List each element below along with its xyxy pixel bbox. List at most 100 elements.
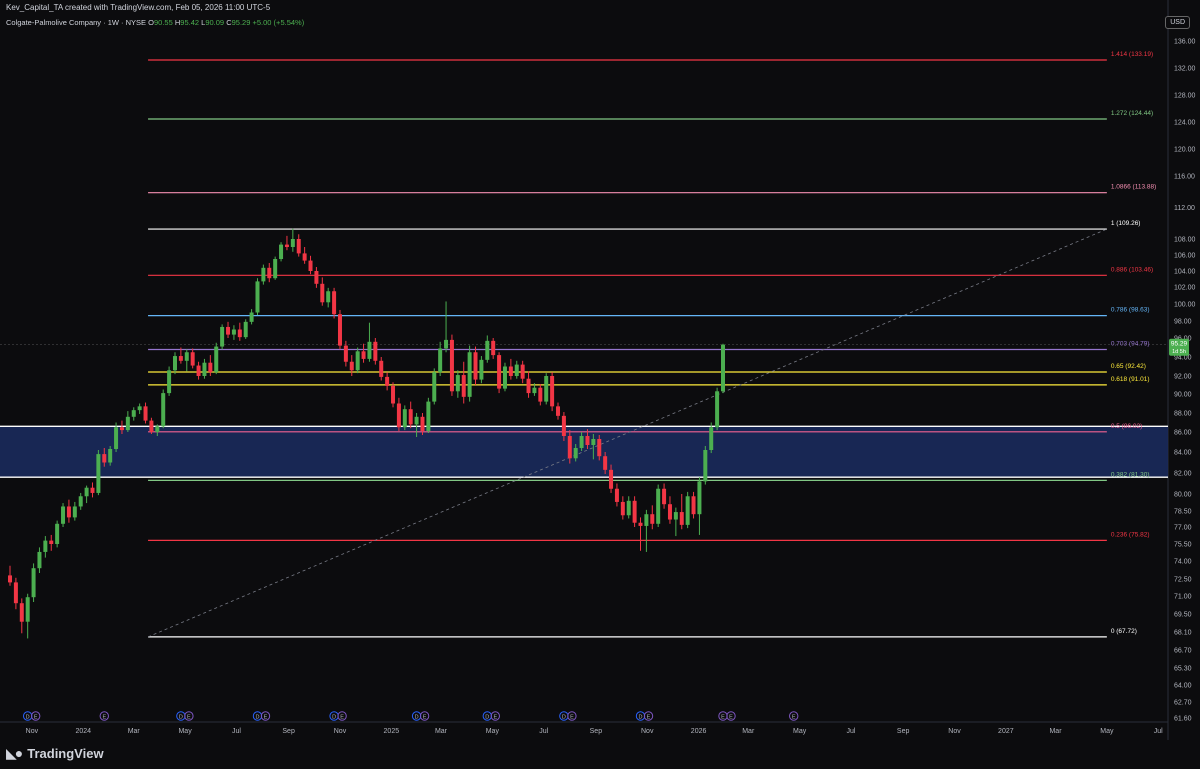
candle-body bbox=[667, 504, 672, 520]
fib-level-label: 0.65 (92.42) bbox=[1111, 363, 1146, 370]
candle-body bbox=[673, 512, 678, 520]
candle-body bbox=[337, 314, 342, 346]
candle-body bbox=[125, 416, 130, 431]
candle-body bbox=[355, 351, 360, 371]
fib-level-label: 1.0866 (113.88) bbox=[1111, 184, 1156, 191]
candle-body bbox=[567, 436, 572, 459]
price-tick-label: 74.00 bbox=[1174, 559, 1192, 566]
event-marker-label: E bbox=[187, 714, 191, 720]
fib-level-label: 0.382 (81.30) bbox=[1111, 471, 1150, 478]
event-marker-label: E bbox=[264, 714, 268, 720]
price-tick-label: 71.00 bbox=[1174, 594, 1192, 601]
candle-body bbox=[149, 420, 154, 432]
price-tick-label: 124.00 bbox=[1174, 120, 1196, 127]
candle-body bbox=[449, 339, 454, 392]
candle-body bbox=[61, 506, 66, 524]
candle-body bbox=[202, 362, 207, 376]
candle-body bbox=[485, 340, 490, 360]
event-marker-label: E bbox=[792, 714, 796, 720]
candle-body bbox=[444, 339, 449, 349]
event-marker-label: D bbox=[26, 714, 30, 720]
time-tick-label: 2026 bbox=[691, 728, 707, 735]
price-tick-label: 92.00 bbox=[1174, 374, 1192, 381]
candle-body bbox=[685, 496, 690, 525]
fib-level-label: 0 (67.72) bbox=[1111, 628, 1137, 635]
price-tick-label: 64.00 bbox=[1174, 683, 1192, 690]
candle-body bbox=[326, 291, 331, 303]
price-tick-label: 132.00 bbox=[1174, 66, 1196, 73]
candle-body bbox=[585, 436, 590, 445]
candle-body bbox=[8, 575, 12, 583]
price-tick-label: 61.60 bbox=[1174, 716, 1192, 723]
price-chart[interactable]: 1.414 (133.19) 1.272 (124.44) 1.0866 (113.… bbox=[0, 0, 1200, 769]
candle-body bbox=[267, 267, 272, 279]
price-tick-label: 98.00 bbox=[1174, 319, 1192, 326]
price-tick-label: 84.00 bbox=[1174, 450, 1192, 457]
candle-body bbox=[184, 352, 189, 361]
candle-body bbox=[514, 364, 519, 376]
candle-body bbox=[279, 244, 284, 259]
ohlc-open: 90.55 bbox=[153, 18, 173, 27]
price-tick-label: 116.00 bbox=[1174, 174, 1195, 181]
event-marker-label: E bbox=[340, 714, 344, 720]
candle-body bbox=[90, 487, 95, 493]
time-tick-label: Jul bbox=[846, 728, 855, 735]
candle-body bbox=[538, 387, 543, 402]
candle-body bbox=[196, 365, 201, 376]
tradingview-logo-text: TradingView bbox=[27, 746, 104, 761]
ohlc-low: 90.09 bbox=[205, 18, 225, 27]
fib-level-label: 0.5 (86.02) bbox=[1111, 423, 1142, 430]
candle-body bbox=[167, 370, 172, 394]
candle-body bbox=[662, 488, 667, 505]
candle-body bbox=[396, 403, 401, 428]
candle-body bbox=[320, 283, 325, 303]
candle-body bbox=[37, 551, 42, 569]
event-marker-label: E bbox=[729, 714, 733, 720]
time-tick-label: Mar bbox=[1049, 728, 1062, 735]
current-price-value: 95.29 bbox=[1171, 341, 1188, 348]
candle-body bbox=[455, 375, 460, 392]
candle-body bbox=[579, 436, 584, 448]
candle-body bbox=[467, 352, 472, 397]
event-marker-label: E bbox=[647, 714, 651, 720]
candle-body bbox=[473, 352, 478, 380]
candle-body bbox=[273, 259, 278, 279]
candle-body bbox=[597, 439, 602, 457]
candle-body bbox=[343, 345, 348, 362]
ohlc-high: 95.42 bbox=[180, 18, 200, 27]
price-tick-label: 102.00 bbox=[1174, 285, 1196, 292]
candle-body bbox=[108, 449, 113, 463]
fib-level-label: 1 (109.26) bbox=[1111, 220, 1141, 227]
price-tick-label: 136.00 bbox=[1174, 39, 1196, 46]
current-price-countdown: 1d 5h bbox=[1172, 349, 1186, 355]
candle-body bbox=[284, 244, 289, 247]
time-tick-label: Nov bbox=[641, 728, 654, 735]
candle-body bbox=[243, 321, 248, 338]
candle-body bbox=[314, 271, 319, 284]
candle-body bbox=[502, 366, 507, 389]
time-tick-label: May bbox=[793, 728, 807, 735]
candle-body bbox=[25, 597, 30, 622]
candle-body bbox=[556, 406, 561, 416]
currency-button[interactable]: USD bbox=[1165, 16, 1190, 29]
tradingview-logo-icon: ◣● bbox=[6, 745, 23, 761]
candle-body bbox=[591, 439, 596, 445]
symbol-line: Colgate-Palmolive Company · 1W · NYSE bbox=[6, 18, 147, 27]
price-tick-label: 120.00 bbox=[1174, 147, 1196, 154]
price-tick-label: 108.00 bbox=[1174, 237, 1196, 244]
candle-body bbox=[302, 253, 307, 261]
candle-body bbox=[438, 348, 443, 373]
candle-body bbox=[19, 603, 24, 622]
candle-body bbox=[78, 496, 83, 507]
candle-body bbox=[261, 267, 266, 282]
time-tick-label: Nov bbox=[334, 728, 347, 735]
candle-body bbox=[102, 454, 107, 463]
candle-body bbox=[190, 352, 195, 366]
candle-body bbox=[532, 387, 537, 394]
price-tick-label: 100.00 bbox=[1174, 302, 1196, 309]
candle-body bbox=[96, 454, 101, 493]
event-marker-label: D bbox=[415, 714, 419, 720]
candle-body bbox=[290, 239, 295, 247]
candle-body bbox=[703, 450, 708, 482]
fib-level-label: 0.618 (91.01) bbox=[1111, 376, 1150, 383]
